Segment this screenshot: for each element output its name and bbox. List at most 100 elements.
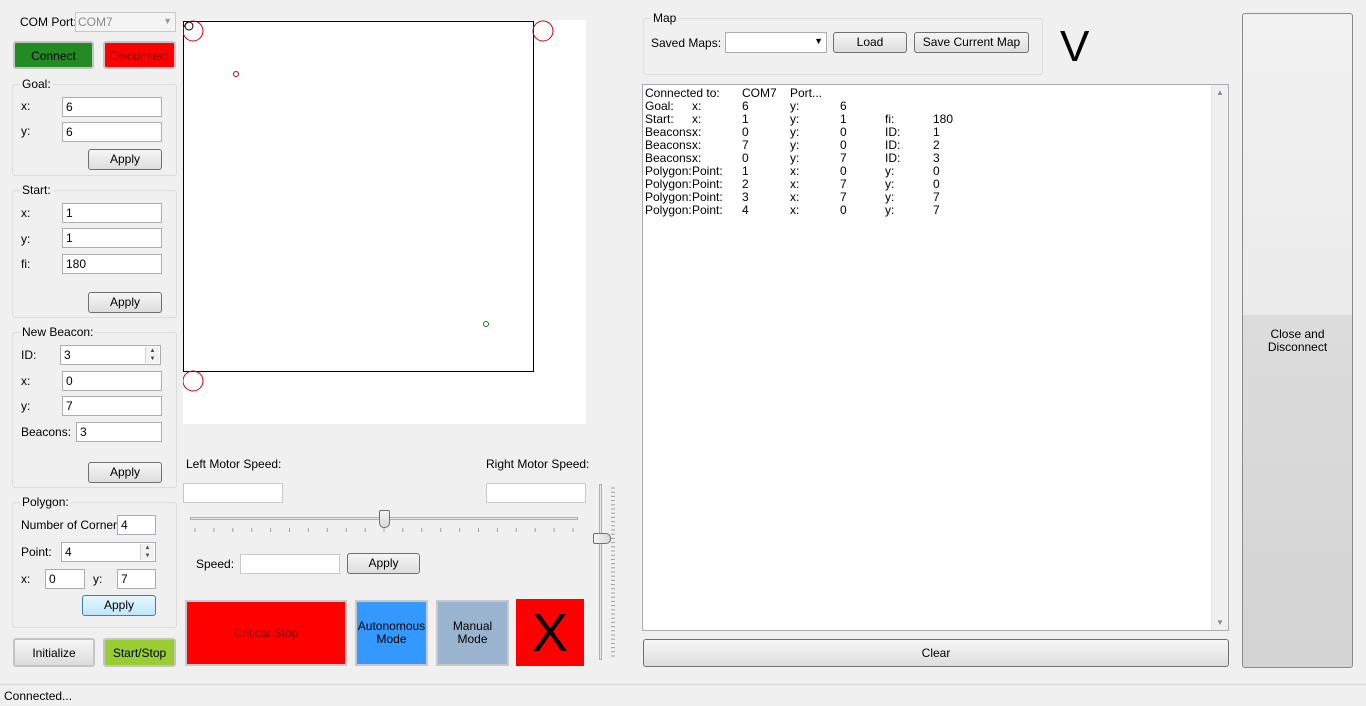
spin-up-icon[interactable]: ▲	[146, 347, 159, 355]
log-row: Polygon: Point: 3 x: 7 y: 7	[645, 191, 1210, 204]
map-group: Map Saved Maps: ▼ Load Save Current Map	[643, 11, 1043, 75]
right-motor-input[interactable]	[486, 483, 586, 503]
slider-ticks	[194, 528, 574, 532]
log-row: Beacons: x: 0 y: 0 ID: 1	[645, 126, 1210, 139]
log-row: Goal: x: 6 y: 6	[645, 100, 1210, 113]
goal-x-label: x:	[21, 99, 31, 113]
beacon-x-input[interactable]: 0	[62, 371, 162, 391]
goal-title: Goal:	[20, 77, 53, 91]
speed-label: Speed:	[196, 557, 235, 571]
disconnect-button[interactable]: Disconnect	[103, 41, 176, 69]
point-stepper[interactable]: 4 ▲ ▼	[61, 542, 156, 562]
goal-apply-button[interactable]: Apply	[88, 149, 162, 170]
speed-apply-button[interactable]: Apply	[347, 553, 420, 574]
map-title: Map	[651, 11, 679, 25]
spin-up-icon[interactable]: ▲	[141, 544, 154, 552]
saved-maps-label: Saved Maps:	[651, 36, 722, 50]
com-port-label: COM Port:	[20, 15, 77, 29]
spin-buttons[interactable]: ▲ ▼	[145, 347, 159, 363]
map-canvas[interactable]	[183, 20, 586, 424]
status-text: Connected...	[4, 689, 73, 703]
start-stop-button[interactable]: Start/Stop	[103, 638, 176, 667]
clear-button[interactable]: Clear	[643, 639, 1229, 667]
initialize-button[interactable]: Initialize	[13, 638, 95, 667]
beacon-apply-button[interactable]: Apply	[88, 462, 162, 483]
log-row: Connected to: COM7 Port...	[645, 87, 1210, 100]
manual-mode-button[interactable]: Manual Mode	[436, 600, 509, 666]
start-y-input[interactable]: 1	[62, 228, 162, 248]
start-title: Start:	[20, 183, 53, 197]
scroll-down-icon[interactable]: ▼	[1216, 618, 1224, 627]
status-bar: Connected...	[0, 684, 1366, 706]
save-map-button[interactable]: Save Current Map	[914, 32, 1029, 53]
slider-thumb[interactable]	[593, 532, 611, 544]
close-x-button[interactable]: X	[516, 599, 584, 666]
left-motor-label: Left Motor Speed:	[186, 457, 282, 471]
goal-y-input[interactable]: 6	[62, 122, 162, 142]
saved-maps-select[interactable]: ▼	[725, 32, 827, 53]
log-row: Start: x: 1 y: 1 fi: 180	[645, 113, 1210, 126]
v-indicator: V	[1060, 22, 1090, 71]
beacon-y-input[interactable]: 7	[62, 396, 162, 416]
log-cell: 7	[933, 203, 940, 217]
log-cell: y:	[885, 203, 895, 217]
speed-input[interactable]	[240, 554, 340, 574]
chevron-down-icon: ▼	[163, 16, 172, 26]
robot-marker	[184, 21, 194, 31]
polygon-y-label: y:	[93, 572, 103, 586]
beacon-x-label: x:	[21, 374, 31, 388]
beacon-y-label: y:	[21, 399, 31, 413]
beacon-count-input[interactable]: 3	[76, 422, 162, 442]
map-drawing	[183, 20, 554, 392]
slider-thumb[interactable]	[378, 510, 390, 528]
start-x-input[interactable]: 1	[62, 203, 162, 223]
connect-button[interactable]: Connect	[13, 41, 94, 69]
polygon-group: Polygon: Number of Corners: 4 Point: 4 ▲…	[12, 495, 177, 628]
beacon-id-stepper[interactable]: 3 ▲ ▼	[60, 345, 161, 365]
com-port-value: COM7	[78, 15, 113, 29]
log-row: Polygon: Point: 2 x: 7 y: 0	[645, 178, 1210, 191]
map-boundary	[183, 21, 534, 372]
speed-slider[interactable]	[592, 484, 616, 660]
left-motor-input[interactable]	[183, 483, 283, 503]
com-port-select[interactable]: COM7 ▼	[75, 12, 176, 32]
close-disconnect-button[interactable]: Close and Disconnect	[1242, 13, 1353, 668]
log-cell: Point:	[692, 203, 723, 217]
chevron-down-icon: ▼	[814, 36, 823, 46]
polygon-title: Polygon:	[20, 495, 71, 509]
scroll-up-icon[interactable]: ▲	[1216, 88, 1224, 97]
start-x-label: x:	[21, 206, 31, 220]
spin-down-icon[interactable]: ▼	[146, 355, 159, 363]
corners-label: Number of Corners:	[21, 518, 127, 532]
beacon-title: New Beacon:	[20, 325, 96, 339]
close-disconnect-label: Close and Disconnect	[1267, 327, 1328, 354]
autonomous-mode-button[interactable]: Autonomous Mode	[355, 600, 428, 666]
beacon-marker	[532, 20, 554, 42]
slider-ticks	[611, 487, 615, 657]
log-row: Beacons: x: 0 y: 7 ID: 3	[645, 152, 1210, 165]
log-textbox[interactable]: Connected to: COM7 Port... Goal: x: 6 y: 6 Start…	[642, 84, 1229, 631]
polygon-apply-button[interactable]: Apply	[82, 595, 156, 616]
log-content: Connected to: COM7 Port... Goal: x: 6 y: 6 Start…	[645, 87, 1210, 227]
goal-x-input[interactable]: 6	[62, 97, 162, 117]
log-row: Polygon: Point: 1 x: 0 y: 0	[645, 165, 1210, 178]
corners-input[interactable]: 4	[117, 515, 156, 535]
spin-buttons[interactable]: ▲ ▼	[140, 544, 154, 560]
goal-y-label: y:	[21, 124, 31, 138]
beacon-count-label: Beacons:	[21, 425, 72, 439]
load-button[interactable]: Load	[833, 32, 907, 53]
start-marker	[233, 71, 239, 77]
steering-slider[interactable]	[190, 508, 578, 536]
polygon-y-input[interactable]: 7	[117, 569, 156, 589]
right-motor-label: Right Motor Speed:	[486, 457, 590, 471]
critical-stop-button[interactable]: Critical Stop	[185, 600, 347, 666]
spin-down-icon[interactable]: ▼	[141, 552, 154, 560]
start-apply-button[interactable]: Apply	[88, 292, 162, 313]
beacon-marker	[183, 370, 204, 392]
polygon-x-input[interactable]: 0	[45, 569, 85, 589]
log-row: Beacons: x: 7 y: 0 ID: 2	[645, 139, 1210, 152]
log-scrollbar[interactable]: ▲ ▼	[1211, 85, 1228, 630]
start-fi-input[interactable]: 180	[62, 254, 162, 274]
log-cell: Polygon:	[645, 203, 692, 217]
log-cell: 4	[742, 203, 749, 217]
